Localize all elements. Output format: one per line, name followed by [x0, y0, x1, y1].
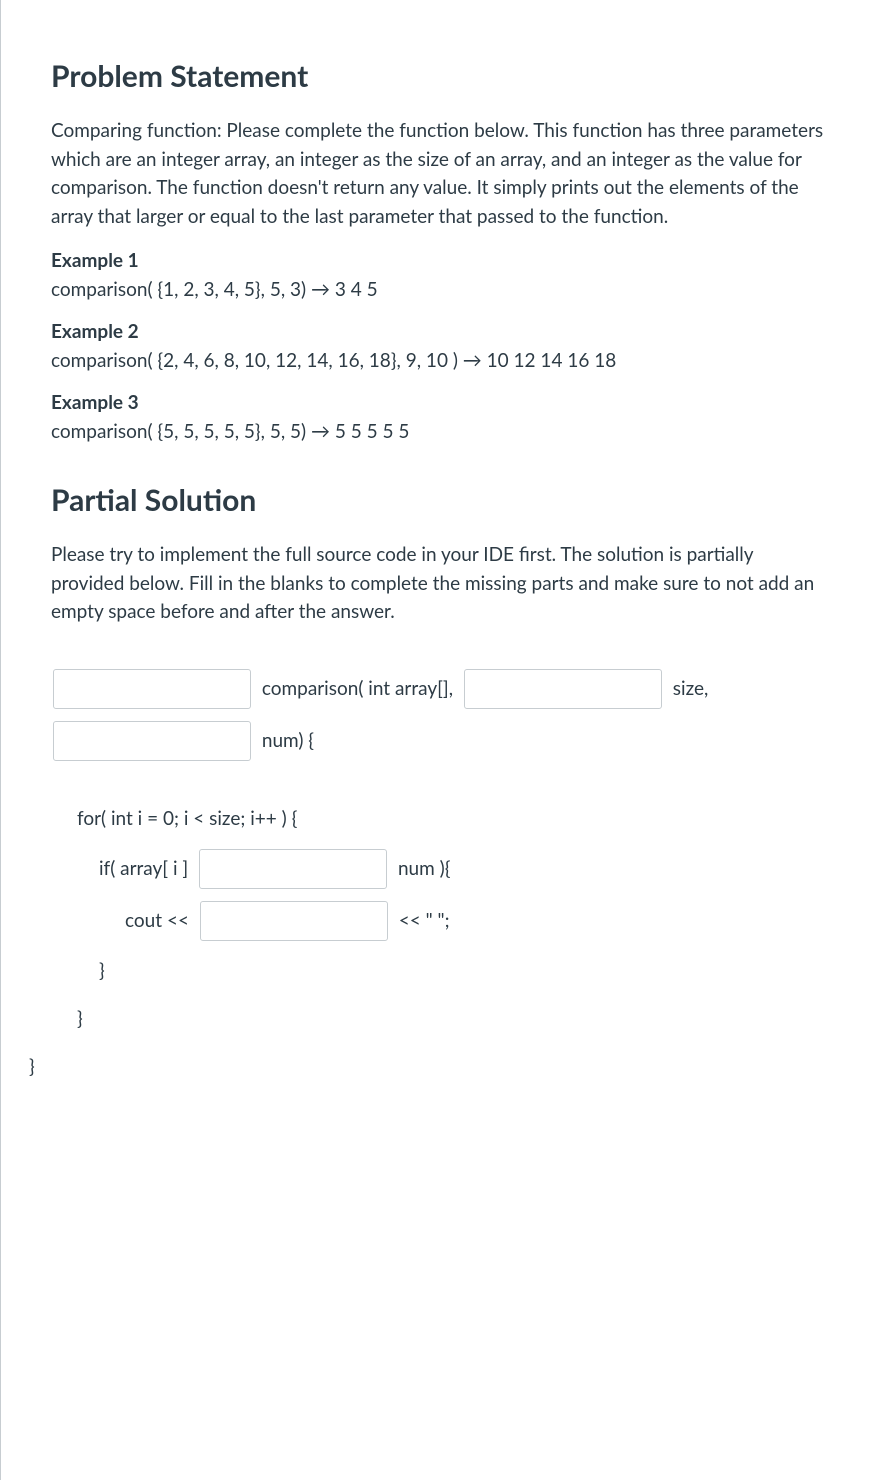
- code-text: }: [99, 948, 105, 994]
- example-3-text: comparison( {5, 5, 5, 5, 5}, 5, 5) → 5 5…: [51, 418, 824, 447]
- example-1-label: Example 1: [51, 247, 824, 276]
- example-2-text: comparison( {2, 4, 6, 8, 10, 12, 14, 16,…: [51, 347, 824, 376]
- code-text: comparison( int array[],: [257, 666, 458, 712]
- code-fill-block: comparison( int array[], size, num) { fo…: [51, 663, 824, 1091]
- code-text: num) {: [257, 718, 314, 764]
- code-text: }: [29, 1044, 35, 1090]
- code-line-5: cout << << " ";: [51, 895, 824, 947]
- code-line-3: for( int i = 0; i < size; i++ ) {: [51, 795, 824, 843]
- blank-operator[interactable]: [199, 849, 387, 889]
- code-line-4: if( array[ i ] num ){: [51, 843, 824, 895]
- problem-description: Comparing function: Please complete the …: [51, 117, 824, 231]
- partial-description: Please try to implement the full source …: [51, 541, 824, 627]
- example-3-label: Example 3: [51, 389, 824, 418]
- blank-cout-value[interactable]: [200, 901, 388, 941]
- problem-statement-heading: Problem Statement: [51, 54, 824, 99]
- code-line-1: comparison( int array[], size,: [51, 663, 824, 715]
- example-3: Example 3 comparison( {5, 5, 5, 5, 5}, 5…: [51, 389, 824, 446]
- code-text: }: [77, 996, 83, 1042]
- code-line-6: }: [51, 947, 824, 995]
- code-text: for( int i = 0; i < size; i++ ) {: [77, 796, 297, 842]
- partial-solution-heading: Partial Solution: [51, 478, 824, 523]
- code-line-2: num) {: [51, 715, 824, 767]
- code-text: cout <<: [125, 898, 194, 944]
- code-line-8: }: [29, 1043, 824, 1091]
- example-2-label: Example 2: [51, 318, 824, 347]
- example-2: Example 2 comparison( {2, 4, 6, 8, 10, 1…: [51, 318, 824, 375]
- page-container: Problem Statement Comparing function: Pl…: [0, 0, 874, 1480]
- code-text: size,: [668, 666, 708, 712]
- blank-return-type[interactable]: [53, 669, 251, 709]
- blank-size-type[interactable]: [464, 669, 662, 709]
- blank-num-type[interactable]: [53, 721, 251, 761]
- code-text: num ){: [393, 846, 450, 892]
- example-1: Example 1 comparison( {1, 2, 3, 4, 5}, 5…: [51, 247, 824, 304]
- code-text: if( array[ i ]: [99, 846, 193, 892]
- example-1-text: comparison( {1, 2, 3, 4, 5}, 5, 3) → 3 4…: [51, 276, 824, 305]
- code-text: << " ";: [394, 898, 450, 944]
- code-line-7: }: [51, 995, 824, 1043]
